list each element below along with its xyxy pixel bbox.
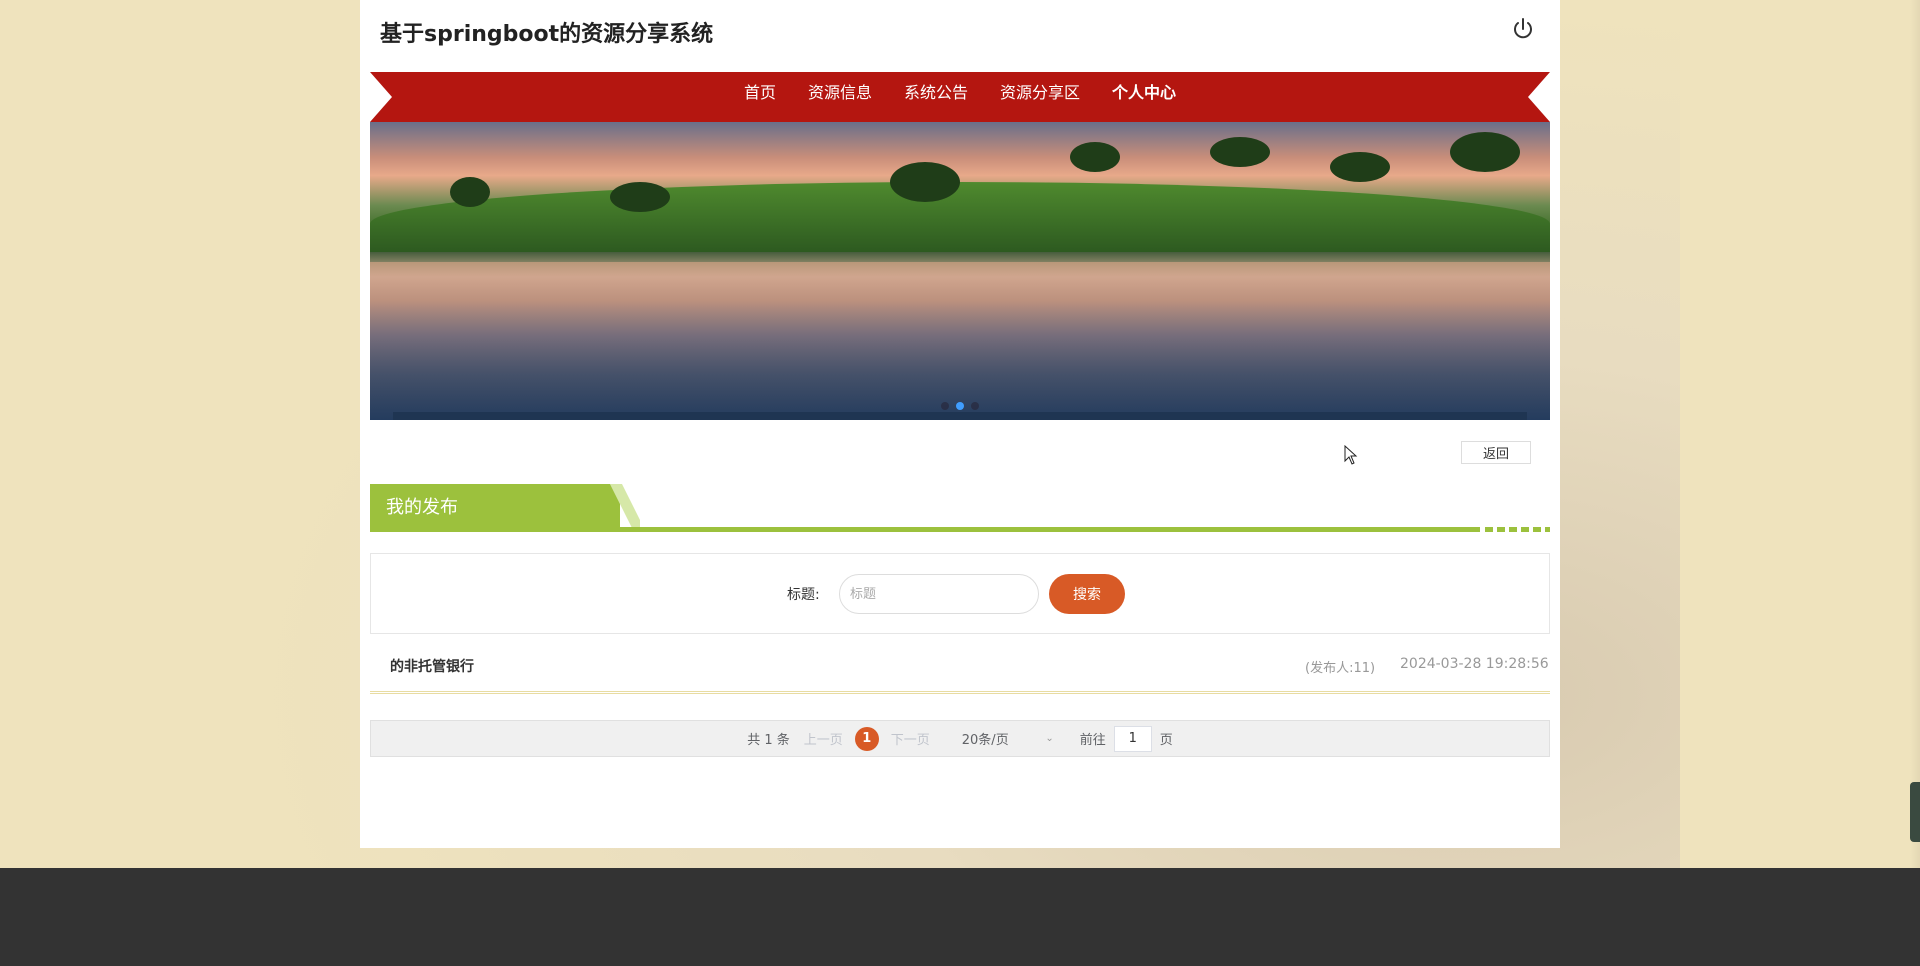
banner-dot-3[interactable] [971, 402, 979, 410]
banner-tree [1070, 142, 1120, 172]
chevron-down-icon: ⌄ [1045, 733, 1054, 744]
scroll-handle[interactable] [1910, 782, 1920, 842]
goto-page-input[interactable]: 1 [1113, 725, 1152, 752]
banner-base [393, 412, 1527, 420]
section-header: 我的发布 [370, 484, 1550, 532]
power-icon[interactable] [1510, 16, 1536, 42]
back-button[interactable]: 返回 [1461, 441, 1531, 464]
search-button[interactable]: 搜索 [1049, 574, 1125, 614]
section-dash [1485, 527, 1550, 532]
banner-carousel[interactable] [370, 122, 1550, 420]
section-title: 我的发布 [370, 484, 620, 528]
nav-item-personal-center[interactable]: 个人中心 [1096, 72, 1192, 114]
list-item[interactable]: 的非托管银行 (发布人:11) 2024-03-28 19:28:56 [370, 648, 1550, 694]
nav-item-share-area[interactable]: 资源分享区 [984, 72, 1096, 114]
pagination-prev[interactable]: 上一页 [804, 729, 843, 748]
pagination-page-1[interactable]: 1 [854, 726, 879, 751]
nav-item-announcements[interactable]: 系统公告 [888, 72, 984, 114]
search-input[interactable] [839, 574, 1039, 614]
banner-hill [370, 182, 1550, 252]
main-container: 基于springboot的资源分享系统 首页 资源信息 系统公告 资源分享区 个… [360, 0, 1560, 848]
banner-dots [370, 402, 1550, 410]
section-underline [370, 527, 1480, 532]
list-item-author: (发布人:11) [1305, 661, 1376, 676]
nav-item-resources[interactable]: 资源信息 [792, 72, 888, 114]
banner-tree [610, 182, 670, 212]
pagination-next[interactable]: 下一页 [891, 729, 930, 748]
banner-tree [1450, 132, 1520, 172]
site-title: 基于springboot的资源分享系统 [380, 22, 714, 47]
banner-tree [1330, 152, 1390, 182]
page-size-select[interactable]: 20条/页 ⌄ [958, 726, 1058, 752]
banner-dot-2[interactable] [956, 402, 964, 410]
pagination-total: 共 1 条 [747, 733, 790, 748]
banner-tree [450, 177, 490, 207]
list-item-title[interactable]: 的非托管银行 [390, 656, 474, 676]
page-suffix: 页 [1159, 733, 1173, 748]
search-panel: 标题: 搜索 [370, 553, 1550, 634]
mouse-cursor-icon [1344, 444, 1358, 465]
search-label: 标题: [787, 587, 820, 603]
pagination: 共 1 条 上一页 1 下一页 20条/页 ⌄ 前往 1 页 [370, 720, 1550, 757]
nav-items: 首页 资源信息 系统公告 资源分享区 个人中心 [370, 72, 1550, 114]
banner-tree [890, 162, 960, 202]
goto-label: 前往 [1079, 733, 1106, 748]
list-item-time: 2024-03-28 19:28:56 [1400, 656, 1549, 672]
banner-dot-1[interactable] [941, 402, 949, 410]
main-nav: 首页 资源信息 系统公告 资源分享区 个人中心 [370, 72, 1550, 122]
right-edge [1910, 0, 1920, 868]
banner-tree [1210, 137, 1270, 167]
nav-item-home[interactable]: 首页 [728, 72, 792, 114]
banner-reflection [370, 262, 1550, 420]
page-size-value: 20条/页 [961, 733, 1009, 748]
